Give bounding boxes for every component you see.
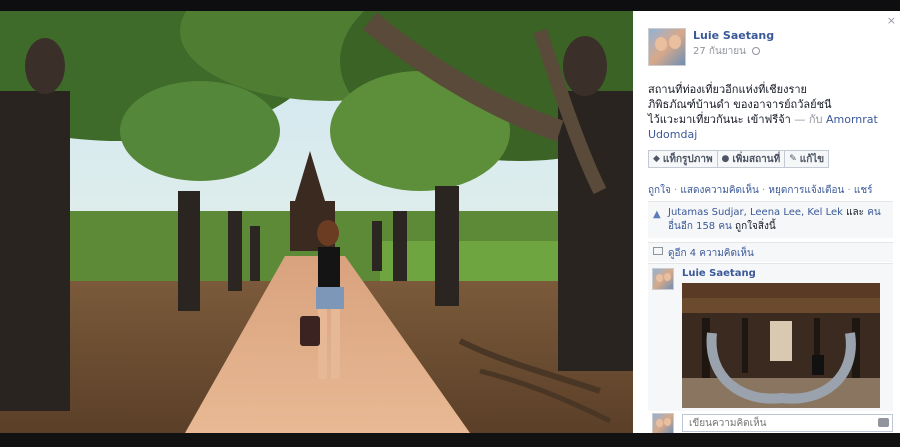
globe-icon[interactable]: [752, 47, 761, 55]
edit-button[interactable]: ✎ แก้ไข: [785, 150, 830, 168]
comment-photo-illustration: [682, 283, 880, 408]
caption-line-3: ไว้แวะมาเที่ยวกันนะ เข้าฟรีจ้า — กับ Amo…: [648, 112, 893, 142]
add-location-button[interactable]: ● เพิ่มสถานที่: [717, 150, 786, 168]
photo-actions: ◆ แท็กรูปภาพ ● เพิ่มสถานที่ ✎ แก้ไข: [648, 150, 830, 168]
post-action-links: ถูกใจ · แสดงความคิดเห็น · หยุดการแจ้งเตื…: [648, 183, 873, 198]
post-caption: สถานที่ท่องเที่ยวอีกแห่งที่เชียงราย ภิพิ…: [648, 82, 893, 142]
author-avatar[interactable]: [648, 28, 686, 66]
edit-label: แก้ไข: [799, 153, 825, 165]
view-more-comments[interactable]: ดูอีก 4 ความคิดเห็น: [648, 242, 893, 262]
caption-line-1: สถานที่ท่องเที่ยวอีกแห่งที่เชียงราย: [648, 83, 807, 96]
comment-photo[interactable]: [682, 283, 880, 408]
like-link[interactable]: ถูกใจ: [648, 185, 671, 196]
comment-icon: [653, 247, 663, 255]
stop-notifications-link[interactable]: หยุดการแจ้งเตือน: [768, 185, 844, 196]
comment-input[interactable]: [682, 414, 893, 432]
comment-author[interactable]: Luie Saetang: [682, 268, 756, 279]
pencil-icon: ✎: [789, 154, 797, 164]
photo-info-panel: × Luie Saetang 27 กันยายน สถานที่ท่องเที…: [633, 11, 900, 433]
likes-summary: ▲ Jutamas Sudjar, Leena Lee, Kel Lek และ…: [648, 201, 893, 238]
post-date: 27 กันยายน: [693, 44, 761, 59]
author-name[interactable]: Luie Saetang: [693, 29, 774, 42]
post-date-text[interactable]: 27 กันยายน: [693, 46, 746, 57]
likers-names[interactable]: Jutamas Sudjar, Leena Lee, Kel Lek: [668, 207, 843, 218]
viewer-avatar: [652, 413, 674, 433]
tag-photo-label: แท็กรูปภาพ: [662, 153, 713, 165]
photo-viewer: × Luie Saetang 27 กันยายน สถานที่ท่องเที…: [0, 0, 900, 447]
camera-icon[interactable]: [878, 418, 889, 427]
caption-line-3-text: ไว้แวะมาเที่ยวกันนะ เข้าฟรีจ้า: [648, 113, 791, 126]
share-link[interactable]: แชร์: [854, 185, 873, 196]
caption-with: — กับ: [790, 113, 826, 126]
close-icon[interactable]: ×: [887, 14, 896, 27]
tag-icon: ◆: [653, 154, 660, 164]
add-location-label: เพิ่มสถานที่: [732, 153, 781, 165]
view-more-comments-label[interactable]: ดูอีก 4 ความคิดเห็น: [668, 248, 754, 259]
likes-suffix: ถูกใจสิ่งนี้: [731, 221, 776, 232]
likes-and: และ: [842, 207, 868, 218]
location-pin-icon: ●: [721, 154, 730, 164]
top-bar: [0, 0, 900, 11]
photo-illustration: [0, 11, 633, 433]
link-separator: ·: [670, 185, 681, 196]
thumbs-up-icon: ▲: [653, 209, 661, 220]
comment-link[interactable]: แสดงความคิดเห็น: [680, 185, 758, 196]
link-separator: ·: [844, 185, 854, 196]
comment-avatar[interactable]: [652, 268, 674, 290]
bottom-bar: [0, 433, 900, 447]
caption-line-2: ภิพิธภัณฑ์บ้านดำ ของอาจารย์ถวัลย์ชนี: [648, 98, 832, 111]
tag-photo-button[interactable]: ◆ แท็กรูปภาพ: [648, 150, 718, 168]
main-photo[interactable]: [0, 11, 633, 433]
link-separator: ·: [758, 185, 769, 196]
comment-item: Luie Saetang: [648, 263, 893, 411]
comment-input-row: [648, 413, 893, 433]
